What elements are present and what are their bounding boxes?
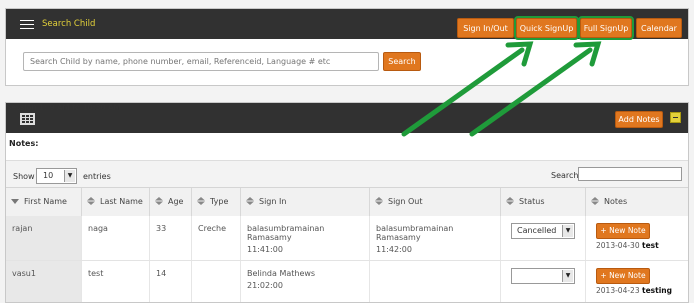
column-label: Status [519, 197, 545, 206]
column-header-sign-out[interactable]: Sign Out [370, 188, 501, 216]
cell-type [192, 261, 241, 302]
new-note-button[interactable]: + New Note [596, 223, 650, 239]
cell-notes: + New Note 2013-04-23 testing [586, 261, 688, 302]
cell-last-name: test [82, 261, 150, 302]
session-panel: Session 1: 9 AM to 10:30 AM Add Notes No… [5, 102, 689, 303]
cell-first-name: vasu1 [6, 261, 82, 302]
sign-in-out-button[interactable]: Sign In/Out [457, 18, 514, 38]
column-label: Last Name [100, 197, 143, 206]
column-label: First Name [24, 197, 67, 206]
column-header-first-name[interactable]: First Name [6, 188, 82, 216]
note-date: 2013-04-30 [596, 241, 640, 250]
show-label: Show [13, 172, 35, 181]
notes-label: Notes: [9, 139, 39, 148]
sort-icon [87, 196, 95, 205]
session-header: Session 1: 9 AM to 10:30 AM Add Notes [6, 103, 688, 133]
cell-age: 14 [150, 261, 192, 302]
search-child-panel: Search Child Sign In/Out Quick SignUp Fu… [5, 8, 689, 86]
note-entry: 2013-04-23 testing [596, 286, 672, 295]
column-label: Sign In [259, 197, 287, 206]
entries-label: entries [83, 172, 111, 181]
sign-out-name: balasumbramainan Ramasamy [376, 224, 454, 242]
full-signup-button[interactable]: Full SignUp [578, 16, 634, 40]
cell-status: ▼ [501, 261, 586, 302]
dropdown-arrow-icon: ▼ [562, 225, 573, 237]
add-notes-button[interactable]: Add Notes [615, 111, 663, 128]
column-header-type[interactable]: Type [192, 188, 241, 216]
sign-in-name: Belinda Mathews [247, 269, 316, 278]
note-text: test [641, 241, 659, 250]
column-header-sign-in[interactable]: Sign In [241, 188, 370, 216]
note-entry: 2013-04-30 test [596, 241, 659, 250]
table-search-label: Search: [551, 171, 582, 180]
column-header-last-name[interactable]: Last Name [82, 188, 150, 216]
cell-notes: + New Note 2013-04-30 test [586, 216, 688, 260]
cell-sign-out: balasumbramainan Ramasamy 11:42:00 [370, 216, 501, 260]
calendar-grid-icon [20, 113, 35, 125]
cell-first-name: rajan [6, 216, 82, 260]
search-child-title: Search Child [42, 19, 96, 29]
new-note-button[interactable]: + New Note [596, 268, 650, 284]
table-search-input[interactable] [578, 167, 682, 181]
sign-in-time: 21:02:00 [247, 281, 283, 290]
cell-status: Cancelled ▼ [501, 216, 586, 260]
table-controls: Show 10 ▼ entries Search: [6, 160, 688, 188]
column-label: Notes [604, 197, 628, 206]
calendar-button[interactable]: Calendar [636, 18, 682, 38]
table-header: First Name Last Name Age Type Sign In Si… [6, 187, 688, 217]
sort-icon [246, 196, 254, 205]
cell-sign-out [370, 261, 501, 302]
sort-icon [375, 196, 383, 205]
status-value: Cancelled [517, 226, 557, 235]
search-child-header: Search Child Sign In/Out Quick SignUp Fu… [6, 9, 688, 40]
cell-last-name: naga [82, 216, 150, 260]
entries-select[interactable]: 10 ▼ [36, 168, 77, 184]
dropdown-arrow-icon: ▼ [562, 270, 573, 282]
table-row: rajan naga 33 Creche balasumbramainan Ra… [6, 216, 688, 261]
dropdown-arrow-icon: ▼ [64, 170, 75, 182]
sort-desc-icon [11, 198, 19, 204]
session-title: Session 1: 9 AM to 10:30 AM [6, 103, 121, 112]
sign-out-time: 11:42:00 [376, 245, 412, 254]
table-row: vasu1 test 14 Belinda Mathews 21:02:00 ▼… [6, 261, 688, 302]
menu-icon [20, 20, 34, 29]
note-text: testing [641, 286, 672, 295]
entries-value: 10 [43, 171, 54, 180]
column-label: Sign Out [388, 197, 423, 206]
sign-in-name: balasumbramainan Ramasamy [247, 224, 325, 242]
sign-in-time: 11:41:00 [247, 245, 283, 254]
column-label: Type [210, 197, 229, 206]
search-child-input[interactable] [23, 52, 379, 71]
sort-icon [506, 196, 514, 205]
status-select[interactable]: ▼ [511, 268, 575, 284]
sort-icon [591, 196, 599, 205]
column-header-age[interactable]: Age [150, 188, 192, 216]
collapse-icon[interactable] [670, 112, 681, 123]
cell-sign-in: Belinda Mathews 21:02:00 [241, 261, 370, 302]
column-label: Age [168, 197, 184, 206]
column-header-status[interactable]: Status [501, 188, 586, 216]
note-date: 2013-04-23 [596, 286, 640, 295]
cell-age: 33 [150, 216, 192, 260]
cell-type: Creche [192, 216, 241, 260]
cell-sign-in: balasumbramainan Ramasamy 11:41:00 [241, 216, 370, 260]
sort-icon [197, 196, 205, 205]
quick-signup-button[interactable]: Quick SignUp [514, 16, 579, 40]
sort-icon [155, 196, 163, 205]
status-select[interactable]: Cancelled ▼ [511, 223, 575, 239]
search-button[interactable]: Search [383, 52, 421, 71]
column-header-notes[interactable]: Notes [586, 188, 688, 216]
